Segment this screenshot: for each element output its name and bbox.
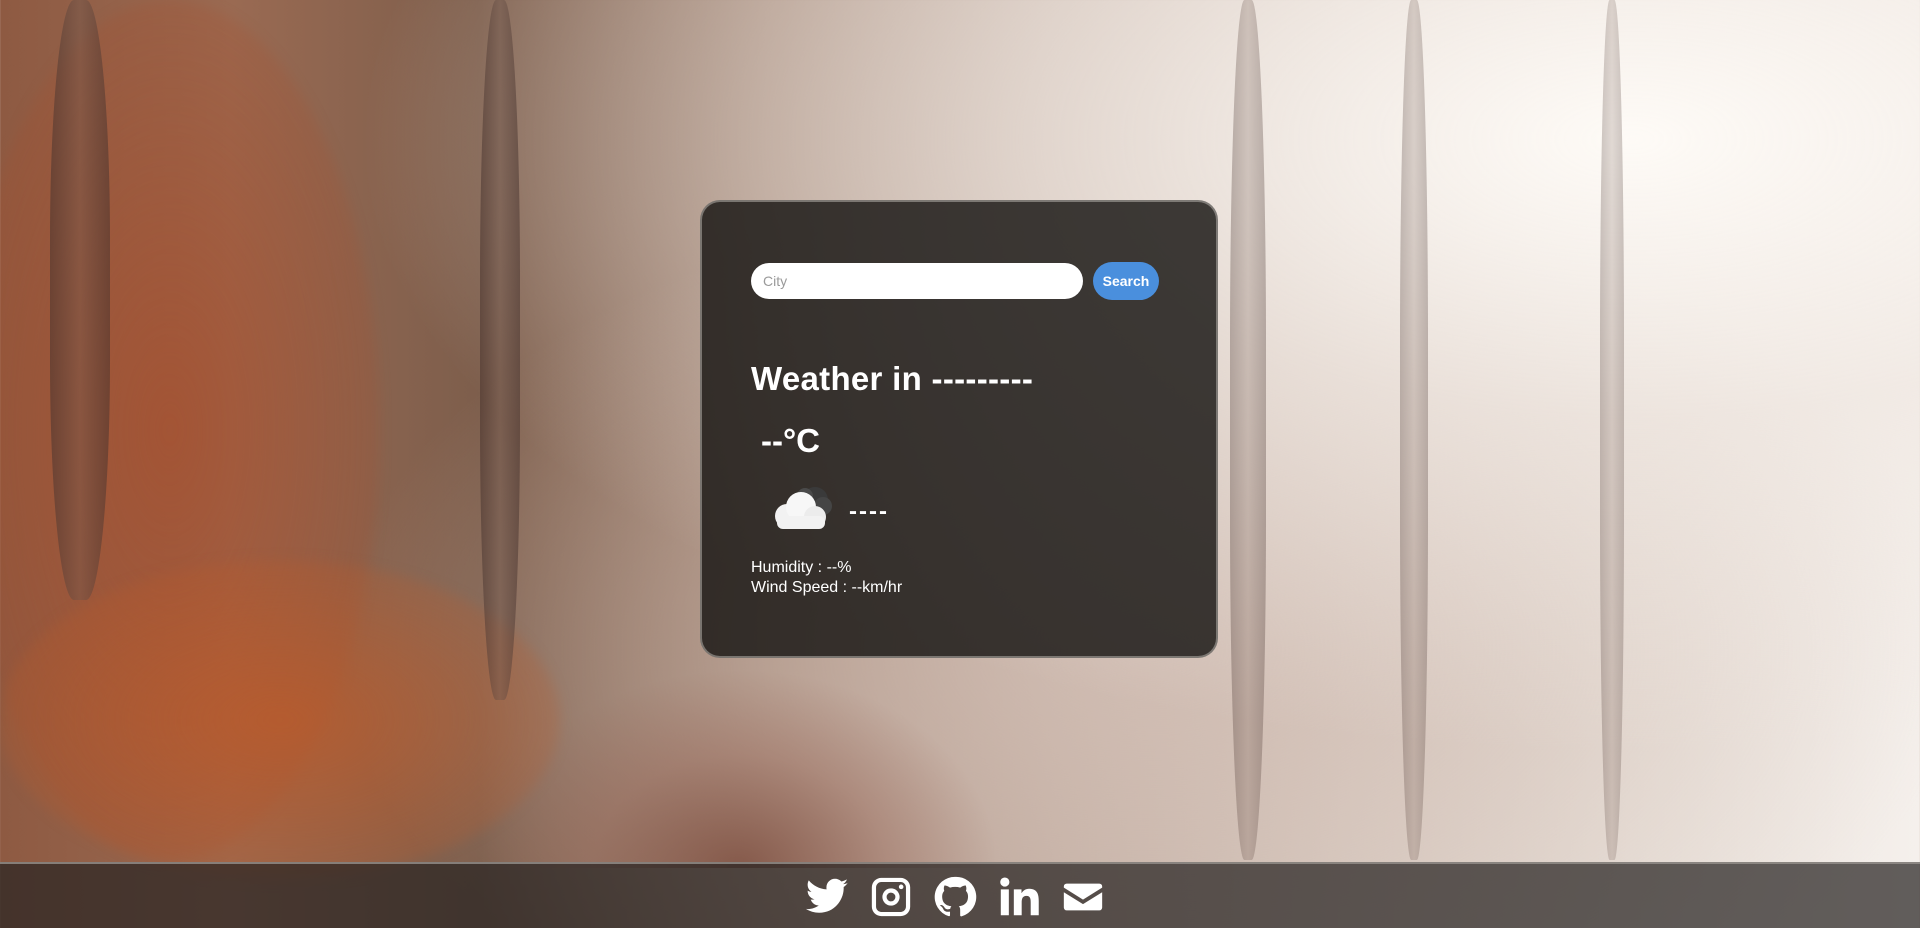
weather-description: ---- <box>849 498 889 525</box>
city-title: Weather in --------- <box>751 360 1034 397</box>
tree-trunk <box>50 0 110 600</box>
twitter-icon <box>805 878 849 913</box>
tree-trunk <box>480 0 520 700</box>
city-search-input[interactable] <box>751 263 1083 299</box>
search-button[interactable]: Search <box>1093 262 1159 300</box>
instagram-icon <box>871 877 911 917</box>
autumn-foliage <box>0 560 560 880</box>
linkedin-icon <box>1000 877 1039 916</box>
github-link[interactable] <box>932 874 978 920</box>
tree-trunk <box>1230 0 1266 860</box>
social-links <box>804 874 1106 920</box>
condition-row: ---- <box>765 482 1216 534</box>
twitter-link[interactable] <box>804 874 850 920</box>
search-bar: Search <box>751 262 1216 300</box>
email-link[interactable] <box>1060 874 1106 920</box>
weather-card: Search Weather in --------- --°C ---- Hu… <box>700 200 1218 658</box>
tree-trunk <box>1600 0 1624 860</box>
instagram-link[interactable] <box>868 874 914 920</box>
cloud-icon <box>775 487 832 529</box>
humidity: Humidity : --% <box>751 559 852 576</box>
github-icon <box>934 876 977 917</box>
temperature: --°C <box>761 422 821 459</box>
linkedin-link[interactable] <box>996 874 1042 920</box>
email-icon <box>1063 883 1103 911</box>
footer <box>0 862 1920 928</box>
wind-speed: Wind Speed : --km/hr <box>751 579 903 596</box>
forest-path <box>480 668 1000 868</box>
tree-trunk <box>1400 0 1428 860</box>
